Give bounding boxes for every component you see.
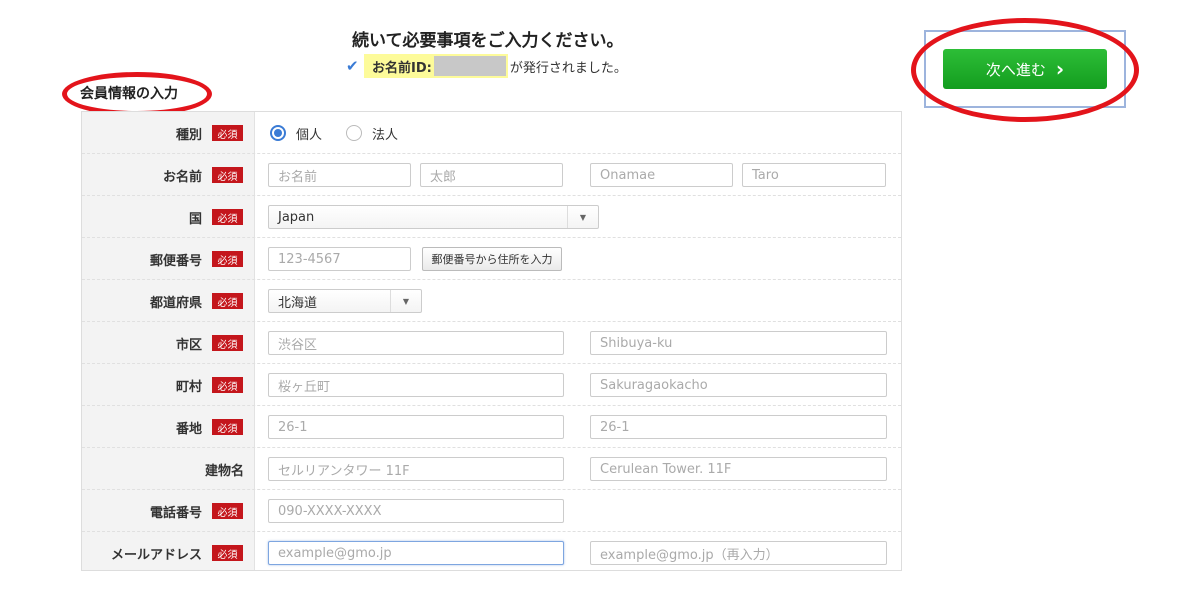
radio-off-icon <box>346 125 362 141</box>
phone-input[interactable]: 090-XXXX-XXXX <box>268 499 564 523</box>
town-label: 町村 <box>175 379 202 395</box>
form-row-building: 建物名 セルリアンタワー 11F Cerulean Tower. 11F <box>82 448 901 490</box>
required-badge: 必須 <box>212 419 243 435</box>
email-input[interactable]: example@gmo.jp <box>268 541 564 565</box>
address-input[interactable]: 26-1 <box>268 415 564 439</box>
required-badge: 必須 <box>212 209 243 225</box>
required-badge: 必須 <box>212 503 243 519</box>
form-row-email: メールアドレス 必須 example@gmo.jp example@gmo.jp… <box>82 532 901 574</box>
id-label: お名前ID: <box>372 60 432 76</box>
last-name-input[interactable]: お名前 <box>268 163 411 187</box>
name-label: お名前 <box>162 169 202 185</box>
required-badge: 必須 <box>212 251 243 267</box>
last-name-romaji-input[interactable]: Onamae <box>590 163 733 187</box>
radio-corporate-label: 法人 <box>372 127 399 143</box>
building-romaji-input[interactable]: Cerulean Tower. 11F <box>590 457 887 481</box>
city-label: 市区 <box>175 337 202 353</box>
form-row-phone: 電話番号 必須 090-XXXX-XXXX <box>82 490 901 532</box>
id-redacted <box>433 56 506 76</box>
required-badge: 必須 <box>212 335 243 351</box>
annotation-circle-section <box>62 72 212 116</box>
form-row-prefecture: 都道府県 必須 北海道 ▼ <box>82 280 901 322</box>
form-row-name: お名前 必須 お名前 太郎 Onamae Taro <box>82 154 901 196</box>
form-row-type: 種別 必須 個人 法人 <box>82 112 901 154</box>
first-name-romaji-input[interactable]: Taro <box>742 163 886 187</box>
zip-lookup-button[interactable]: 郵便番号から住所を入力 <box>422 247 562 271</box>
town-romaji-input[interactable]: Sakuragaokacho <box>590 373 887 397</box>
address-label: 番地 <box>175 421 202 437</box>
city-romaji-input[interactable]: Shibuya-ku <box>590 331 887 355</box>
required-badge: 必須 <box>212 167 243 183</box>
member-form: 種別 必須 個人 法人 お名前 必須 お名前 太郎 Onamae Taro 国 … <box>81 111 902 571</box>
check-icon: ✔ <box>346 57 359 75</box>
prefecture-select[interactable]: 北海道 ▼ <box>268 289 422 313</box>
radio-on-icon <box>270 125 286 141</box>
country-select[interactable]: Japan ▼ <box>268 205 599 229</box>
building-input[interactable]: セルリアンタワー 11F <box>268 457 564 481</box>
radio-individual-label: 個人 <box>296 127 323 143</box>
required-badge: 必須 <box>212 545 243 561</box>
zip-label: 郵便番号 <box>149 253 202 269</box>
form-row-address: 番地 必須 26-1 26-1 <box>82 406 901 448</box>
first-name-input[interactable]: 太郎 <box>420 163 563 187</box>
id-issued-notice: ✔ お名前ID: が発行されました。 <box>346 54 627 78</box>
form-row-zip: 郵便番号 必須 123-4567 郵便番号から住所を入力 <box>82 238 901 280</box>
chevron-down-icon: ▼ <box>567 206 598 228</box>
type-label: 種別 <box>175 127 202 143</box>
country-label: 国 <box>188 211 202 227</box>
prefecture-value: 北海道 <box>278 295 318 311</box>
required-badge: 必須 <box>212 293 243 309</box>
email-confirm-input[interactable]: example@gmo.jp（再入力） <box>590 541 887 565</box>
email-label: メールアドレス <box>110 547 202 563</box>
form-row-country: 国 必須 Japan ▼ <box>82 196 901 238</box>
radio-corporate[interactable]: 法人 <box>346 112 398 154</box>
id-highlight: お名前ID: <box>364 54 508 78</box>
zip-input[interactable]: 123-4567 <box>268 247 411 271</box>
country-value: Japan <box>278 209 315 225</box>
city-input[interactable]: 渋谷区 <box>268 331 564 355</box>
chevron-down-icon: ▼ <box>390 290 421 312</box>
address-romaji-input[interactable]: 26-1 <box>590 415 887 439</box>
prefecture-label: 都道府県 <box>149 295 202 311</box>
phone-label: 電話番号 <box>149 505 202 521</box>
town-input[interactable]: 桜ヶ丘町 <box>268 373 564 397</box>
annotation-circle-next <box>911 18 1139 122</box>
form-row-town: 町村 必須 桜ヶ丘町 Sakuragaokacho <box>82 364 901 406</box>
page-title: 続いて必要事項をご入力ください。 <box>352 31 624 51</box>
required-badge: 必須 <box>212 377 243 393</box>
form-row-city: 市区 必須 渋谷区 Shibuya-ku <box>82 322 901 364</box>
building-label: 建物名 <box>204 463 244 479</box>
radio-individual[interactable]: 個人 <box>270 112 322 154</box>
id-suffix: が発行されました。 <box>509 60 627 76</box>
required-badge: 必須 <box>212 125 243 141</box>
